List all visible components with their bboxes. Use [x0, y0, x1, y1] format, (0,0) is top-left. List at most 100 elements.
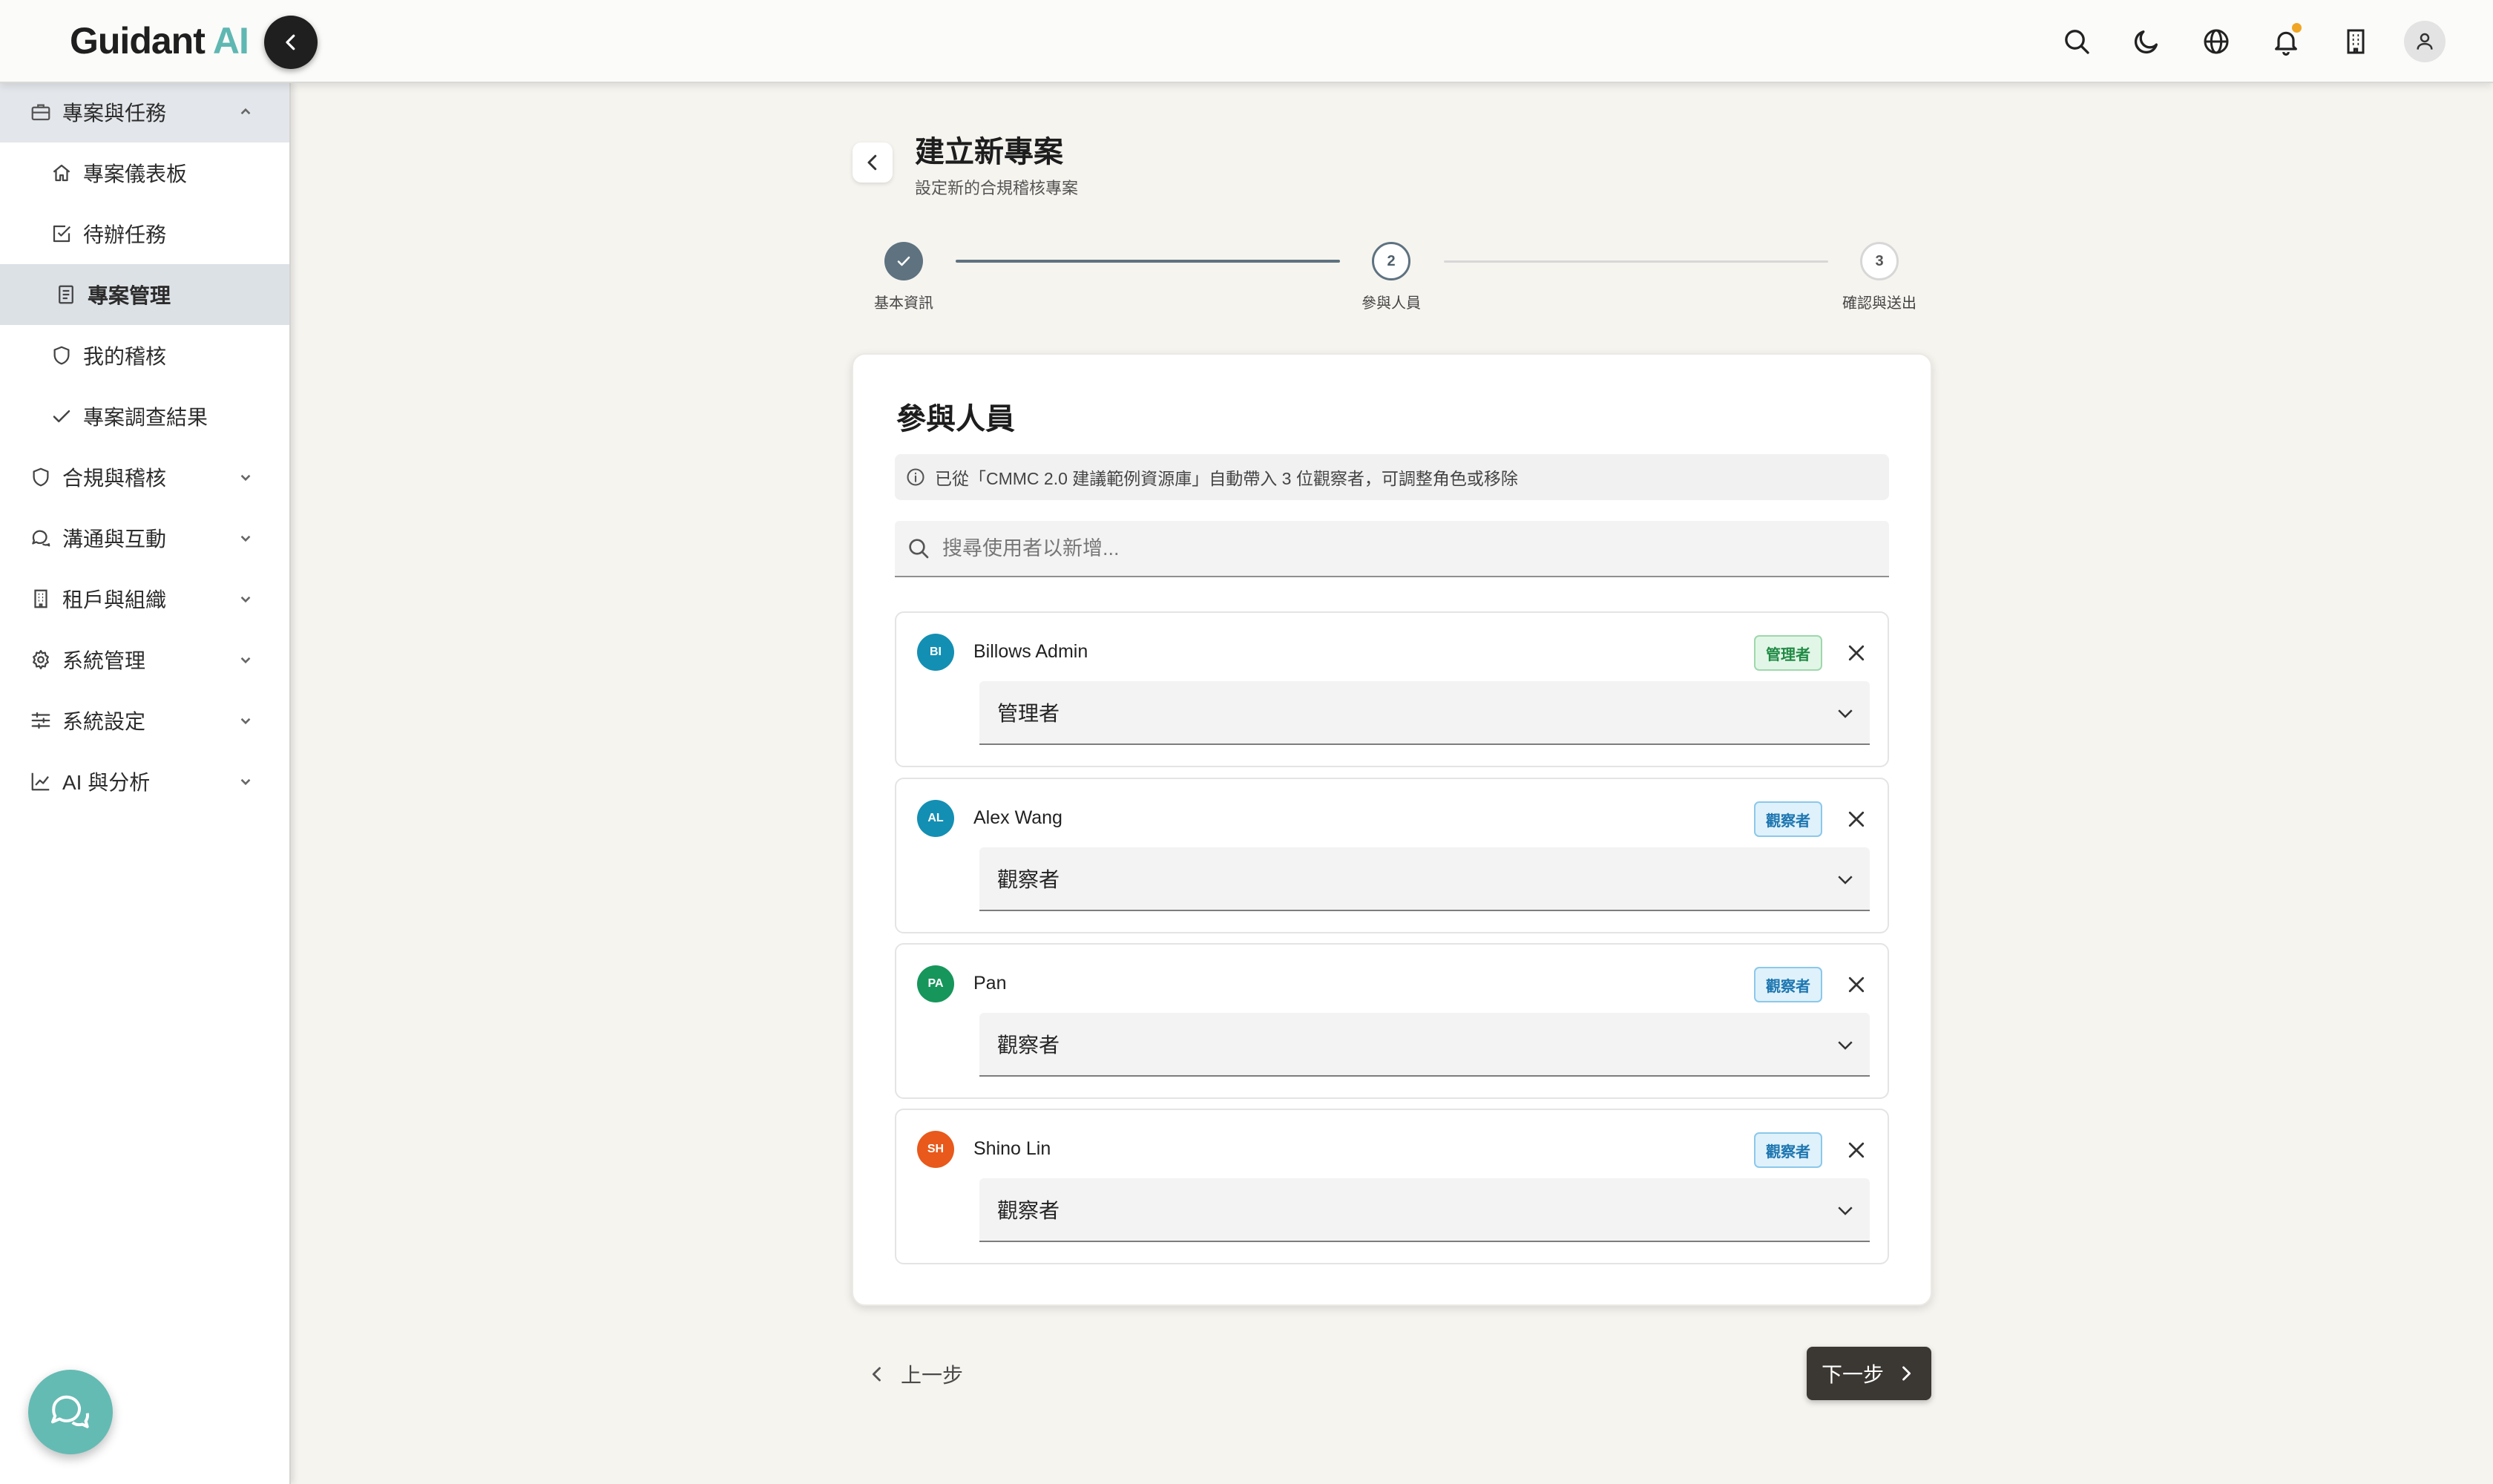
- sidebar-item-label: 專案儀表板: [83, 162, 188, 186]
- next-step-button[interactable]: 下一步: [1807, 1347, 1931, 1400]
- sidebar-group-projects[interactable]: 專案與任務: [0, 82, 289, 142]
- sidebar-group-ai-analytics[interactable]: AI 與分析: [0, 751, 289, 812]
- chevron-down-icon: [1838, 709, 1853, 718]
- member-avatar: AL: [917, 800, 954, 837]
- sidebar-group-compliance[interactable]: 合規與稽核: [0, 447, 289, 508]
- sidebar-item-tasks[interactable]: 待辦任務: [0, 203, 289, 264]
- close-icon: [1848, 811, 1865, 827]
- chevron-down-icon: [1838, 876, 1853, 884]
- sidebar-group-label: 專案與任務: [62, 102, 167, 125]
- page-back-button[interactable]: [853, 142, 893, 183]
- info-banner: 已從「CMMC 2.0 建議範例資源庫」自動帶入 3 位觀察者，可調整角色或移除: [895, 454, 1889, 500]
- page-title: 建立新專案: [915, 136, 1063, 168]
- step-1-label: 基本資訊: [874, 295, 933, 312]
- remove-member-button[interactable]: [1840, 637, 1873, 669]
- previous-step-label: 上一步: [901, 1364, 964, 1387]
- globe-icon: [2204, 29, 2229, 54]
- member-role-select[interactable]: 觀察者: [979, 847, 1870, 911]
- member-role-badge: 管理者: [1754, 635, 1822, 671]
- member-avatar: BI: [917, 634, 954, 671]
- participants-card: 參與人員 已從「CMMC 2.0 建議範例資源庫」自動帶入 3 位觀察者，可調整…: [852, 353, 1932, 1306]
- sidebar-group-system-admin[interactable]: 系統管理: [0, 629, 289, 690]
- building-icon: [28, 586, 53, 611]
- sidebar-group-label: 系統管理: [62, 649, 146, 672]
- chat-assistant-button[interactable]: [28, 1370, 113, 1454]
- chevron-down-icon: [240, 535, 251, 542]
- chevron-down-icon: [240, 657, 251, 664]
- card-title: 參與人員: [896, 403, 1015, 436]
- member-row: BI Billows Admin 管理者 管理者: [895, 611, 1889, 767]
- user-icon: [2417, 33, 2433, 50]
- close-icon: [1848, 1142, 1865, 1158]
- theme-toggle-button[interactable]: [2128, 23, 2165, 60]
- sidebar-collapse-button[interactable]: [264, 16, 318, 69]
- sidebar-group-label: 合規與稽核: [62, 467, 167, 490]
- chevron-left-icon: [867, 154, 877, 171]
- member-name: Pan: [973, 973, 1007, 994]
- search-icon: [2065, 30, 2089, 54]
- chat-icon: [28, 525, 53, 551]
- member-role-value: 管理者: [997, 702, 1060, 725]
- chart-icon: [28, 769, 53, 794]
- step-1-circle[interactable]: [884, 242, 923, 280]
- member-role-select[interactable]: 管理者: [979, 681, 1870, 745]
- member-name: Alex Wang: [973, 807, 1062, 828]
- document-icon: [53, 282, 79, 307]
- sidebar-item-findings[interactable]: 專案調查結果: [0, 386, 289, 447]
- brand-accent: AI: [212, 20, 249, 62]
- member-name: Billows Admin: [973, 641, 1088, 662]
- remove-member-button[interactable]: [1840, 1134, 1873, 1166]
- next-step-label: 下一步: [1821, 1363, 1884, 1386]
- user-search-input[interactable]: [941, 536, 1834, 561]
- check-icon: [49, 404, 74, 429]
- previous-step-button[interactable]: 上一步: [867, 1353, 963, 1395]
- member-row: AL Alex Wang 觀察者 觀察者: [895, 778, 1889, 933]
- step-2-circle[interactable]: 2: [1372, 242, 1410, 280]
- shield-icon: [28, 464, 53, 490]
- close-icon: [1848, 976, 1865, 993]
- sidebar-group-label: AI 與分析: [62, 771, 151, 794]
- remove-member-button[interactable]: [1840, 968, 1873, 1001]
- step-3-label: 確認與送出: [1842, 295, 1916, 312]
- sliders-icon: [28, 708, 53, 733]
- sidebar-item-label: 我的稽核: [83, 345, 167, 368]
- search-button[interactable]: [2058, 23, 2095, 60]
- check-icon: [897, 256, 910, 266]
- chevron-up-icon: [240, 108, 251, 115]
- member-role-value: 觀察者: [997, 1199, 1060, 1222]
- chevron-down-icon: [240, 778, 251, 786]
- sidebar-group-tenants[interactable]: 租戶與組織: [0, 568, 289, 629]
- user-search-box[interactable]: [895, 521, 1889, 577]
- member-avatar: PA: [917, 965, 954, 1002]
- notifications-button[interactable]: [2267, 23, 2305, 60]
- chevron-down-icon: [240, 474, 251, 482]
- member-role-badge: 觀察者: [1754, 967, 1822, 1002]
- chevron-down-icon: [240, 718, 251, 725]
- sidebar-group-label: 系統設定: [62, 710, 146, 733]
- member-role-select[interactable]: 觀察者: [979, 1178, 1870, 1242]
- sidebar-group-label: 溝通與互動: [62, 528, 167, 551]
- member-role-select[interactable]: 觀察者: [979, 1013, 1870, 1077]
- member-role-badge: 觀察者: [1754, 801, 1822, 837]
- user-menu-button[interactable]: [2404, 21, 2446, 62]
- sidebar-group-communication[interactable]: 溝通與互動: [0, 508, 289, 568]
- step-2-number: 2: [1387, 252, 1396, 269]
- sidebar-item-project-management[interactable]: 專案管理: [0, 264, 289, 325]
- language-button[interactable]: [2198, 23, 2235, 60]
- moon-icon: [2134, 30, 2158, 54]
- member-role-value: 觀察者: [997, 868, 1060, 891]
- home-icon: [49, 160, 74, 186]
- remove-member-button[interactable]: [1840, 803, 1873, 835]
- member-avatar: SH: [917, 1131, 954, 1168]
- sidebar-item-dashboard[interactable]: 專案儀表板: [0, 142, 289, 203]
- sidebar-item-label: 待辦任務: [83, 223, 167, 246]
- step-3-circle[interactable]: 3: [1860, 242, 1899, 280]
- page-subtitle: 設定新的合規稽核專案: [915, 179, 1079, 197]
- organization-button[interactable]: [2337, 23, 2374, 60]
- sidebar-group-system-settings[interactable]: 系統設定: [0, 690, 289, 751]
- search-icon: [907, 536, 930, 560]
- chevron-down-icon: [240, 596, 251, 603]
- brand-logo[interactable]: Guidant AI: [70, 19, 249, 62]
- info-text: 已從「CMMC 2.0 建議範例資源庫」自動帶入 3 位觀察者，可調整角色或移除: [935, 469, 1518, 488]
- sidebar-item-my-audits[interactable]: 我的稽核: [0, 325, 289, 386]
